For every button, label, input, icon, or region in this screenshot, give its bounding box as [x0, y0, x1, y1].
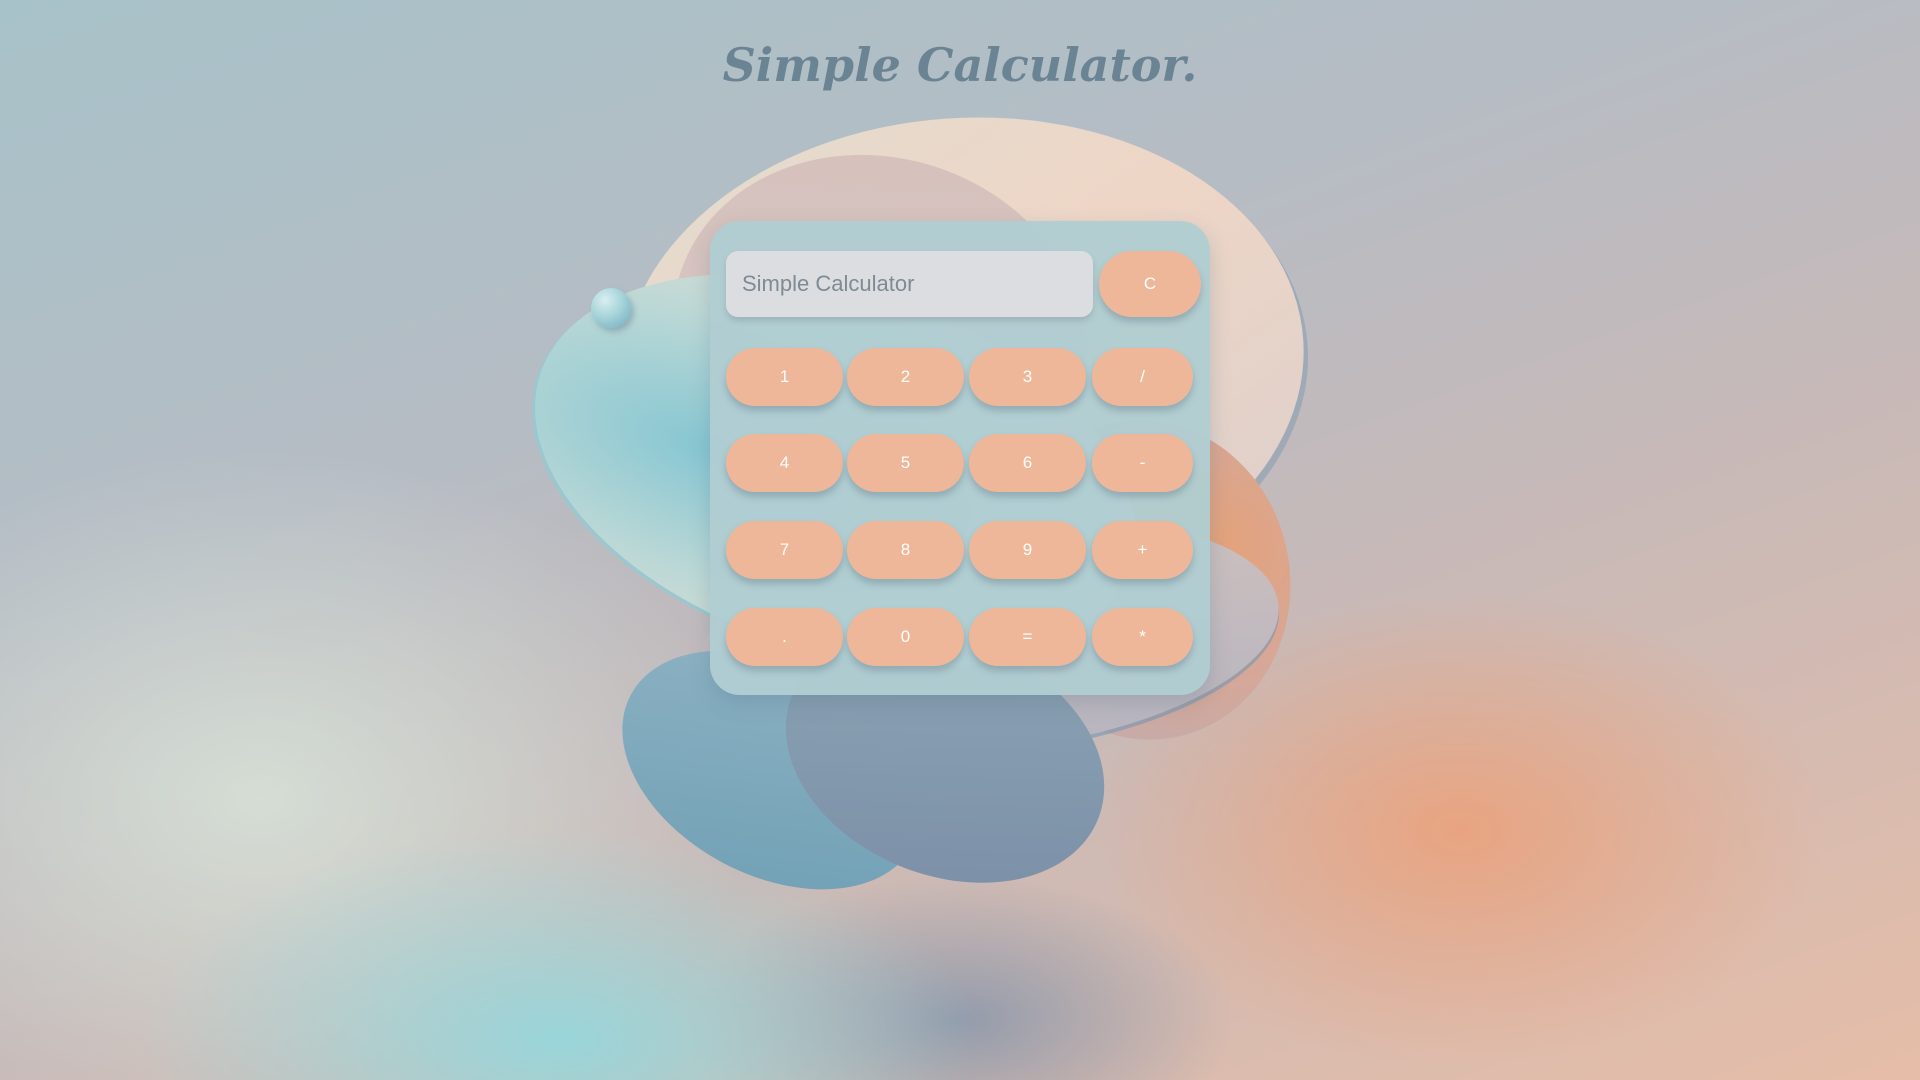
clear-button[interactable]: C [1099, 251, 1201, 317]
decimal-button[interactable]: . [726, 608, 843, 666]
key-2-button[interactable]: 2 [847, 348, 964, 406]
calculator-display-input[interactable]: Simple Calculator [726, 251, 1093, 317]
key-6-button[interactable]: 6 [969, 434, 1086, 492]
key-1-button[interactable]: 1 [726, 348, 843, 406]
equals-button[interactable]: = [969, 608, 1086, 666]
key-0-button[interactable]: 0 [847, 608, 964, 666]
calculator-panel: Simple Calculator C 1 2 3 / 4 5 6 - 7 8 … [710, 221, 1210, 695]
key-3-button[interactable]: 3 [969, 348, 1086, 406]
divide-button[interactable]: / [1092, 348, 1193, 406]
key-9-button[interactable]: 9 [969, 521, 1086, 579]
key-8-button[interactable]: 8 [847, 521, 964, 579]
add-button[interactable]: + [1092, 521, 1193, 579]
subtract-button[interactable]: - [1092, 434, 1193, 492]
decorative-sphere [591, 288, 631, 328]
key-5-button[interactable]: 5 [847, 434, 964, 492]
key-4-button[interactable]: 4 [726, 434, 843, 492]
page-title: Simple Calculator. [722, 38, 1198, 92]
multiply-button[interactable]: * [1092, 608, 1193, 666]
key-7-button[interactable]: 7 [726, 521, 843, 579]
